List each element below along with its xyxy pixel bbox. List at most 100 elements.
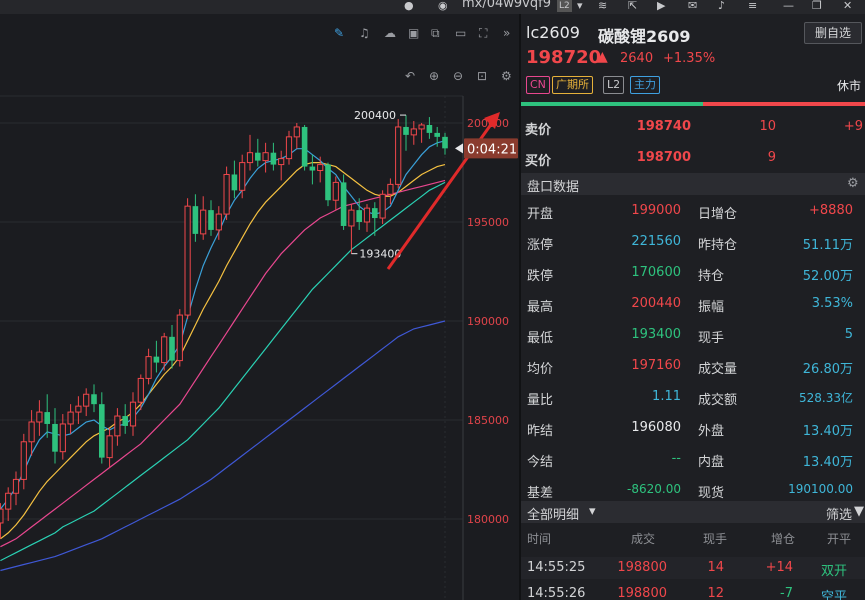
market-tag: CN (526, 76, 550, 94)
minimize-icon[interactable]: — (783, 0, 794, 12)
trades-title[interactable]: 全部明细 (527, 504, 579, 523)
stat-value: 1.11 (652, 389, 681, 404)
stat-label: 开盘 (527, 207, 554, 222)
stat-value: 193400 (631, 327, 681, 342)
trade-price: 198800 (617, 586, 667, 600)
candle-body (285, 136, 293, 160)
exchange-tag: 广期所 (552, 76, 593, 94)
assistant-icon[interactable]: ● (404, 0, 414, 12)
candle-body (426, 124, 433, 133)
filter-icon[interactable]: ▼ (854, 504, 864, 519)
candle-body (122, 416, 128, 426)
stat-value: 199000 (631, 203, 681, 218)
candle-body (153, 356, 160, 363)
candlestick-chart[interactable]: 200000195000190000185000180000 200400193… (0, 14, 519, 600)
candle-body (44, 412, 50, 424)
candle-body (403, 126, 409, 135)
y-tick-label: 190000 (467, 315, 509, 328)
layers-icon[interactable]: ≋ (598, 0, 607, 12)
stat-label: 量比 (527, 393, 554, 408)
stat-value: 170600 (631, 265, 681, 280)
remove-watchlist-button[interactable]: 删自选 (804, 22, 862, 44)
filter-button[interactable]: 筛选 (826, 504, 852, 523)
kline-chart-panel[interactable]: ✎ ♫ ☁ ▣ ⧉ ▭ ⛶ » ↶ ⊕ ⊖ ⊡ ⚙ 200000 195000 19… (0, 14, 519, 600)
candle-body (208, 210, 214, 230)
restore-icon[interactable]: ❐ (812, 0, 822, 12)
trade-price: 198800 (617, 560, 667, 575)
stat-label: 均价 (527, 362, 554, 377)
candle-body (12, 478, 20, 494)
ma-line-4 (0, 320, 446, 572)
candle-body (67, 411, 74, 425)
candle-body (325, 164, 331, 201)
price-change-pct: +1.35% (663, 51, 716, 66)
stat-value: 13.40万 (802, 424, 853, 439)
ma-line-2 (0, 140, 446, 510)
stat-label: 现手 (698, 331, 725, 346)
candle-body (270, 152, 277, 165)
candle-body (106, 435, 113, 459)
stat-value: 221560 (631, 234, 681, 249)
stat-label: 成交额 (698, 393, 738, 408)
candle-body (169, 336, 175, 361)
ma-line-0 (0, 162, 446, 540)
bid-strength-bar (521, 102, 703, 106)
l2-tag: L2 (603, 76, 625, 94)
window-title-bar: ● ◉ mx/04w9vqf9 L2 ▾ ≋ ⇱ ▶ ✉ ♪ ≡ — ❐ ✕ (0, 0, 865, 14)
candle-body (52, 423, 58, 452)
candle-body (387, 183, 394, 195)
candle-body (442, 136, 448, 149)
trade-time: 14:55:26 (527, 586, 586, 600)
candle-body (176, 314, 183, 362)
section-settings-icon[interactable]: ⚙ (847, 176, 859, 191)
dropdown-caret-icon[interactable]: ▾ (589, 504, 596, 519)
main-contract-tag: 主力 (630, 76, 660, 94)
ask-volume: 10 (759, 119, 776, 134)
trade-row[interactable]: 14:55:25 198800 14 +14 双开 (521, 557, 865, 579)
account-title: mx/04w9vqf9 (462, 0, 551, 11)
candle-body (20, 441, 27, 480)
candle-body (28, 421, 35, 443)
stat-label: 昨结 (527, 424, 554, 439)
play-icon[interactable]: ▶ (657, 0, 665, 12)
candle-body (332, 181, 339, 201)
candle-body (200, 209, 207, 235)
stat-value: 3.53% (811, 296, 853, 311)
candle-body (0, 508, 4, 524)
candle-body (395, 126, 402, 185)
bell-icon[interactable]: ♪ (718, 0, 725, 12)
countdown-label: 0:04:21 (467, 142, 517, 157)
candle-body (59, 423, 66, 453)
stat-value: 26.80万 (802, 362, 853, 377)
candle-body (5, 492, 12, 510)
high-marker-label: 200400 (354, 109, 396, 122)
avatar[interactable]: ◉ (438, 0, 448, 12)
trade-time: 14:55:25 (527, 560, 586, 575)
col-type: 开平 (827, 532, 852, 546)
chevron-down-icon[interactable]: ▾ (577, 0, 583, 12)
ma-line-1 (0, 179, 446, 548)
stat-label: 今结 (527, 455, 554, 470)
trade-oi: +14 (765, 560, 793, 575)
close-icon[interactable]: ✕ (843, 0, 852, 12)
trade-type: 空平 (821, 590, 848, 600)
candle-body (309, 166, 316, 171)
stat-value: 528.33亿 (799, 391, 853, 405)
col-oi: 增仓 (771, 532, 796, 546)
candle-body (262, 152, 269, 162)
candle-body (348, 209, 355, 227)
candle-body (301, 126, 308, 167)
stat-value: 13.40万 (802, 455, 853, 470)
external-link-icon[interactable]: ⇱ (628, 0, 637, 12)
menu-icon[interactable]: ≡ (748, 0, 757, 12)
candle-body (36, 411, 43, 423)
candle-body (231, 174, 238, 191)
stat-value: -- (671, 451, 681, 466)
candle-body (434, 132, 440, 137)
trade-row[interactable]: 14:55:26 198800 12 -7 空平 (521, 583, 865, 600)
col-time: 时间 (527, 532, 552, 546)
ma-line-3 (0, 181, 446, 562)
mail-icon[interactable]: ✉ (688, 0, 697, 12)
ask-price: 198740 (636, 119, 691, 134)
candle-body (192, 206, 199, 234)
